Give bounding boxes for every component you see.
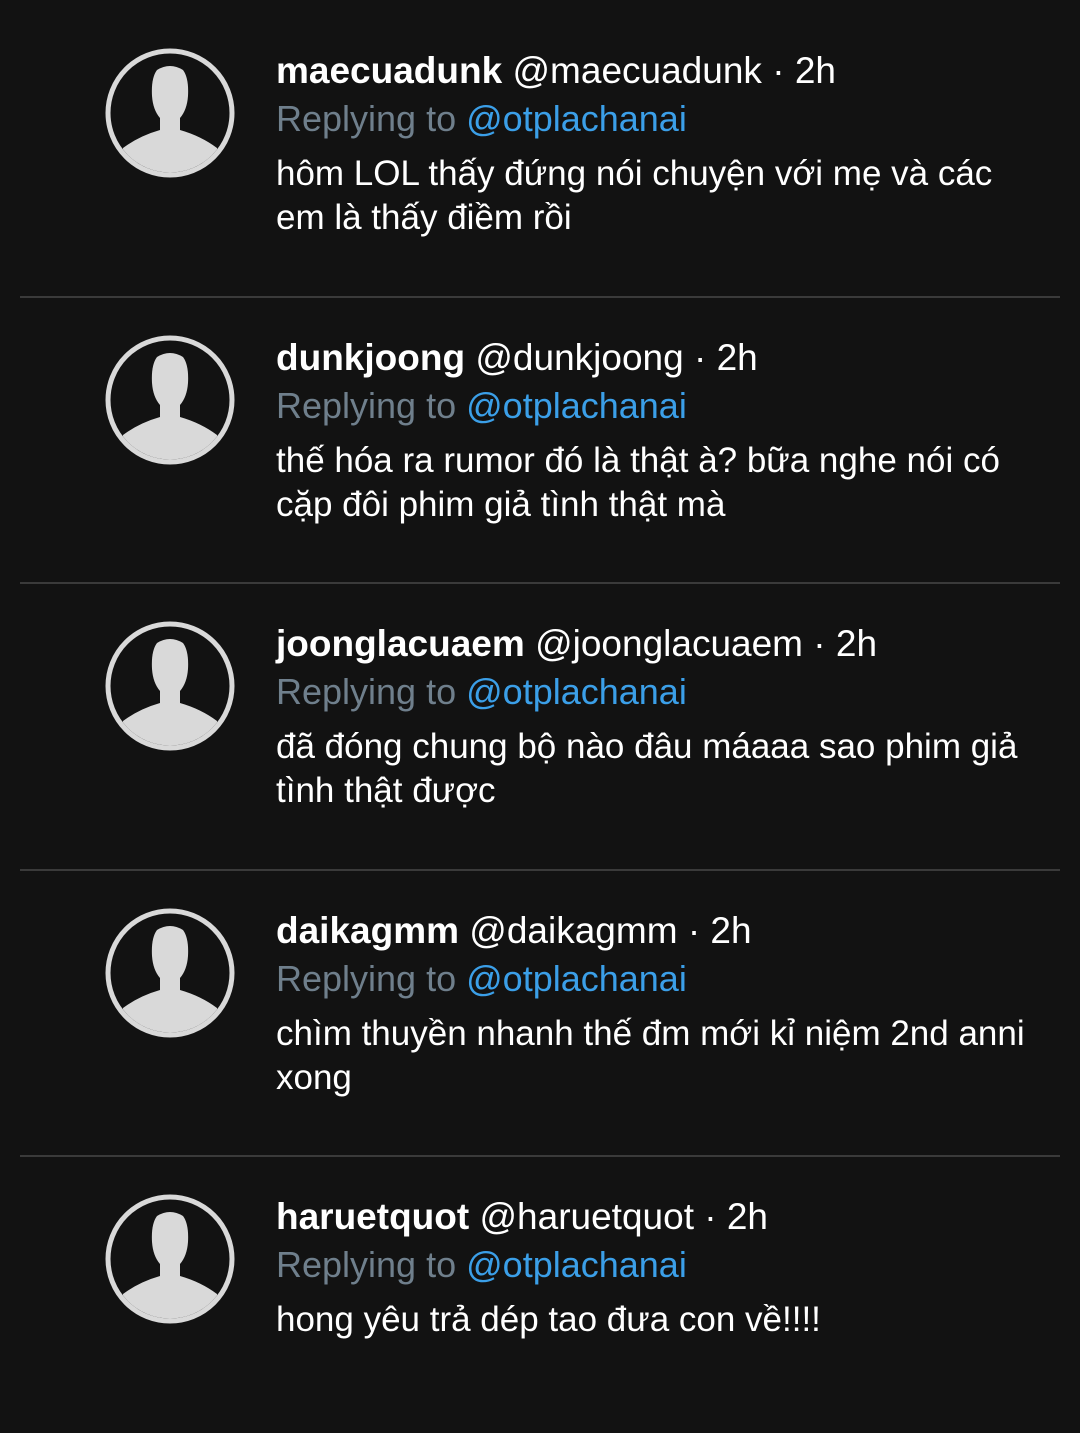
user-handle[interactable]: @haruetquot — [479, 1196, 693, 1237]
avatar[interactable] — [105, 621, 235, 751]
mention-link[interactable]: @otplachanai — [466, 671, 687, 712]
replying-to-label: Replying to — [276, 958, 457, 999]
default-profile-icon — [105, 908, 235, 1038]
separator-dot: · — [772, 50, 785, 91]
tweet-text: thế hóa ra rumor đó là thật à? bữa nghe … — [276, 441, 1000, 524]
display-name[interactable]: dunkjoong — [276, 337, 465, 378]
mention-link[interactable]: @otplachanai — [466, 385, 687, 426]
display-name[interactable]: maecuadunk — [276, 50, 502, 91]
replying-to-line: Replying to @otplachanai — [276, 96, 1056, 142]
tweet-header: dunkjoong @dunkjoong · 2h — [276, 335, 1056, 381]
display-name[interactable]: haruetquot — [276, 1196, 469, 1237]
reply-tweet[interactable]: maecuadunk @maecuadunk · 2h Replying to … — [0, 0, 1080, 287]
default-profile-icon — [105, 48, 235, 178]
avatar[interactable] — [105, 335, 235, 465]
tweet-text: hôm LOL thấy đứng nói chuyện với mẹ và c… — [276, 154, 993, 237]
tweet-text: chìm thuyền nhanh thế đm mới kỉ niệm 2nd… — [276, 1014, 1025, 1097]
tweet-text: đã đóng chung bộ nào đâu máaaa sao phim … — [276, 727, 1018, 810]
user-handle[interactable]: @dunkjoong — [475, 337, 683, 378]
user-handle[interactable]: @joonglacuaem — [535, 623, 803, 664]
replying-to-label: Replying to — [276, 1244, 457, 1285]
timestamp[interactable]: 2h — [727, 1196, 768, 1237]
separator-dot: · — [687, 910, 701, 951]
replying-to-label: Replying to — [276, 98, 457, 139]
user-handle[interactable]: @daikagmm — [469, 910, 677, 951]
reply-tweet[interactable]: joonglacuaem @joonglacuaem · 2h Replying… — [0, 573, 1080, 860]
tweet-header: maecuadunk @maecuadunk · 2h — [276, 48, 1056, 94]
separator-dot: · — [704, 1196, 717, 1237]
reply-feed: maecuadunk @maecuadunk · 2h Replying to … — [0, 0, 1080, 1394]
mention-link[interactable]: @otplachanai — [466, 98, 687, 139]
default-profile-icon — [105, 335, 235, 465]
timestamp[interactable]: 2h — [710, 910, 751, 951]
avatar[interactable] — [105, 1194, 235, 1324]
user-handle[interactable]: @maecuadunk — [512, 50, 761, 91]
default-profile-icon — [105, 621, 235, 751]
tweet-text: hong yêu trả dép tao đưa con về!!!! — [276, 1300, 821, 1339]
default-profile-icon — [105, 1194, 235, 1324]
mention-link[interactable]: @otplachanai — [466, 1244, 687, 1285]
replying-to-line: Replying to @otplachanai — [276, 956, 1056, 1002]
tweet-header: haruetquot @haruetquot · 2h — [276, 1194, 1056, 1240]
mention-link[interactable]: @otplachanai — [466, 958, 687, 999]
replying-to-line: Replying to @otplachanai — [276, 383, 1056, 429]
replying-to-line: Replying to @otplachanai — [276, 1242, 1056, 1288]
replying-to-line: Replying to @otplachanai — [276, 669, 1056, 715]
replying-to-label: Replying to — [276, 671, 457, 712]
avatar[interactable] — [105, 48, 235, 178]
timestamp[interactable]: 2h — [795, 50, 836, 91]
timestamp[interactable]: 2h — [717, 337, 758, 378]
avatar[interactable] — [105, 908, 235, 1038]
reply-tweet[interactable]: haruetquot @haruetquot · 2h Replying to … — [0, 1146, 1080, 1433]
separator-dot: · — [813, 623, 826, 664]
tweet-header: joonglacuaem @joonglacuaem · 2h — [276, 621, 1056, 667]
display-name[interactable]: joonglacuaem — [276, 623, 525, 664]
timestamp[interactable]: 2h — [836, 623, 877, 664]
display-name[interactable]: daikagmm — [276, 910, 459, 951]
reply-tweet[interactable]: daikagmm @daikagmm · 2h Replying to @otp… — [0, 860, 1080, 1147]
replying-to-label: Replying to — [276, 385, 457, 426]
tweet-header: daikagmm @daikagmm · 2h — [276, 908, 1056, 954]
reply-tweet[interactable]: dunkjoong @dunkjoong · 2h Replying to @o… — [0, 287, 1080, 574]
separator-dot: · — [693, 337, 707, 378]
